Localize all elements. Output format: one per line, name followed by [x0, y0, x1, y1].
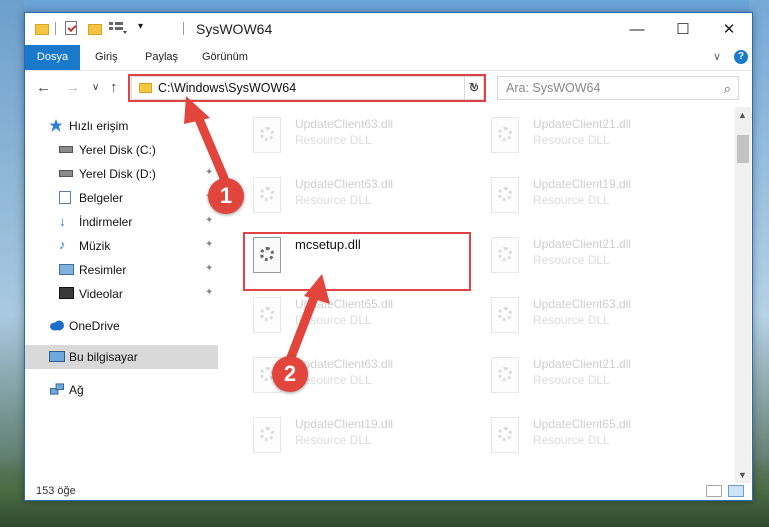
- annotation-arrows: [184, 96, 330, 365]
- step-2-callout: 2: [272, 356, 308, 392]
- arrow-1-head: [184, 96, 210, 124]
- arrow-1-shaft: [191, 107, 229, 183]
- arrow-2-shaft: [285, 290, 320, 365]
- step-1-callout: 1: [208, 178, 244, 214]
- arrow-2-head: [304, 274, 330, 304]
